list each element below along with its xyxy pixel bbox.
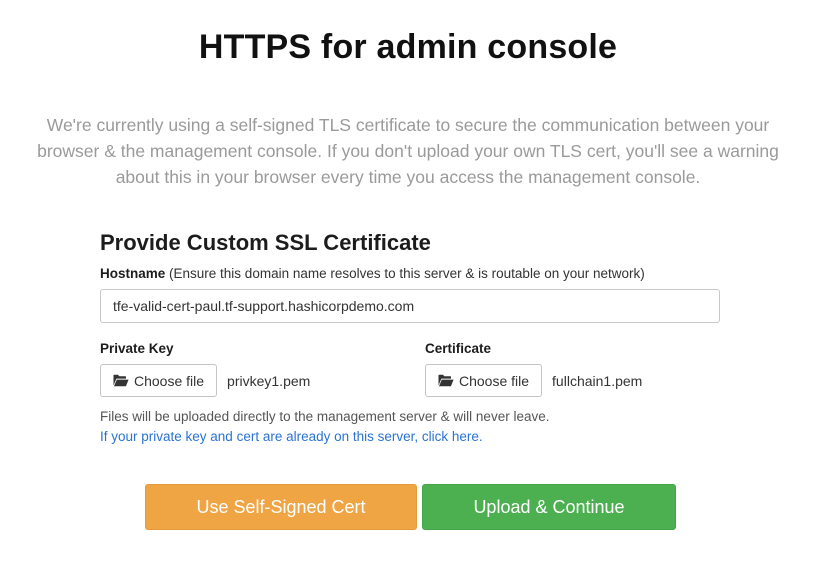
private-key-choose-file-label: Choose file xyxy=(134,372,205,389)
hostname-hint: (Ensure this domain name resolves to thi… xyxy=(169,266,645,281)
certificate-file-name: fullchain1.pem xyxy=(552,372,643,389)
certificate-choose-file-label: Choose file xyxy=(459,372,530,389)
existing-files-link[interactable]: If your private key and cert are already… xyxy=(100,427,720,447)
upload-note: Files will be uploaded directly to the m… xyxy=(100,409,550,424)
section-title: Provide Custom SSL Certificate xyxy=(100,230,431,255)
certificate-label: Certificate xyxy=(425,341,492,356)
custom-cert-form: Provide Custom SSL Certificate Hostname … xyxy=(100,228,720,447)
private-key-controls: Choose file privkey1.pem xyxy=(100,364,310,397)
action-buttons: Use Self-Signed Cert Upload & Continue xyxy=(145,484,676,530)
hostname-label-row: Hostname (Ensure this domain name resolv… xyxy=(100,266,720,281)
page-title: HTTPS for admin console xyxy=(198,28,618,66)
private-key-choose-file-button[interactable]: Choose file xyxy=(100,364,218,397)
folder-open-icon xyxy=(438,374,454,387)
intro-text: We're currently using a self-signed TLS … xyxy=(37,115,779,187)
private-key-file-name: privkey1.pem xyxy=(227,372,311,389)
hostname-input[interactable] xyxy=(100,289,720,323)
certificate-group: Certificate Choose file fullchain1.pem xyxy=(425,341,642,397)
folder-open-icon xyxy=(113,374,129,387)
upload-continue-button[interactable]: Upload & Continue xyxy=(422,484,676,530)
private-key-label: Private Key xyxy=(100,341,174,356)
use-self-signed-cert-button[interactable]: Use Self-Signed Cert xyxy=(145,484,417,530)
private-key-group: Private Key Choose file privkey1.pem xyxy=(100,341,310,397)
certificate-controls: Choose file fullchain1.pem xyxy=(425,364,642,397)
certificate-choose-file-button[interactable]: Choose file xyxy=(425,364,543,397)
file-upload-row: Private Key Choose file privkey1.pem Cer… xyxy=(100,341,720,403)
https-setup-page: HTTPS for admin console We're currently … xyxy=(0,0,816,569)
hostname-label: Hostname xyxy=(100,266,166,281)
